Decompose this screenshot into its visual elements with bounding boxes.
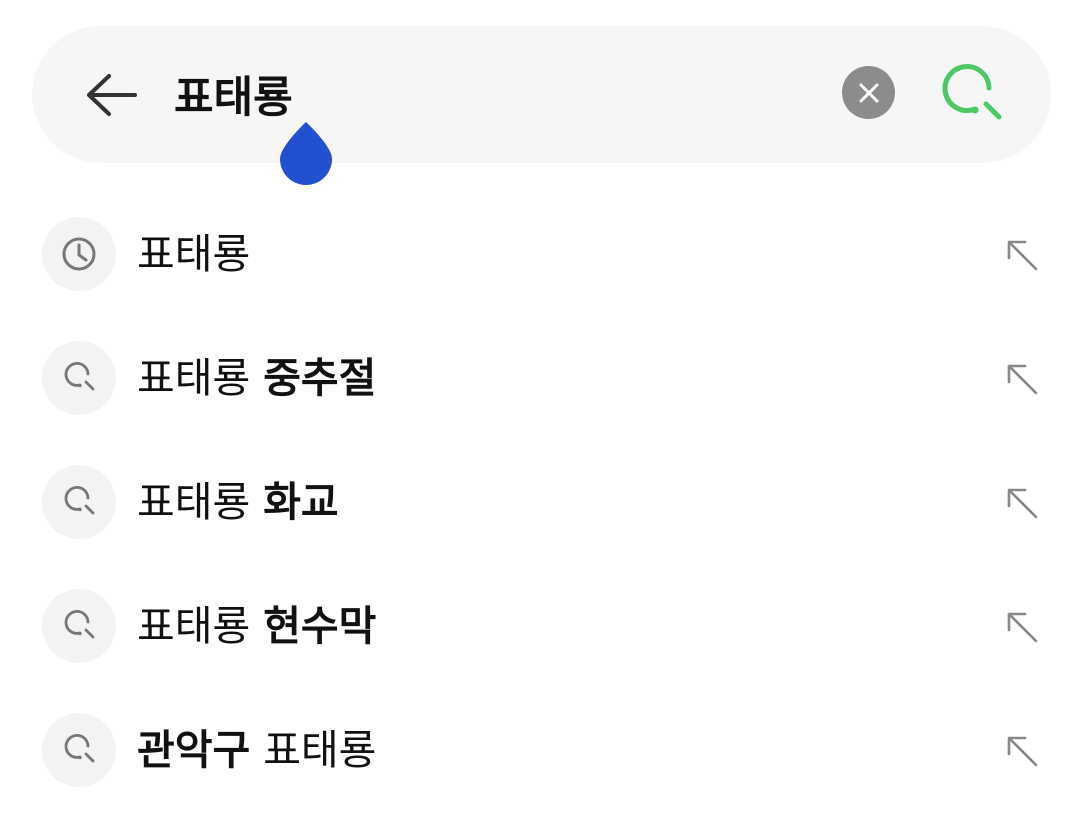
arrow-up-left-icon (1007, 736, 1038, 767)
search-button[interactable] (938, 61, 1006, 127)
search-input[interactable] (174, 62, 794, 126)
suggestion-item[interactable]: 표태룡 (0, 192, 1080, 316)
arrow-up-left-icon (1007, 240, 1038, 271)
arrow-up-left-icon (1007, 488, 1038, 519)
search-icon-circle (42, 341, 116, 415)
fill-query-button[interactable] (996, 601, 1048, 653)
suggestion-text: 표태룡 현수막 (137, 598, 376, 654)
search-icon-circle (42, 589, 116, 663)
clear-button[interactable] (842, 66, 895, 119)
close-icon (859, 83, 878, 102)
suggestion-item[interactable]: 표태룡 현수막 (0, 564, 1080, 688)
history-icon-circle (42, 217, 116, 291)
suggestion-query: 표태룡 (137, 354, 264, 402)
search-icon (64, 362, 95, 391)
search-icon (64, 486, 95, 515)
suggestion-prefix-bold: 관악구 (137, 726, 251, 774)
arrow-left-icon (87, 74, 137, 116)
fill-query-button[interactable] (996, 477, 1048, 529)
suggestion-item[interactable]: 표태룡 화교 (0, 440, 1080, 564)
search-icon-circle (42, 465, 116, 539)
suggestion-text: 관악구 표태룡 (137, 722, 376, 778)
search-icon (64, 610, 95, 639)
search-icon-circle (42, 713, 116, 787)
clock-icon (62, 237, 96, 271)
suggestion-query: 표태룡 (137, 478, 264, 526)
fill-query-button[interactable] (996, 229, 1048, 281)
suggestion-item[interactable]: 표태룡 중추절 (0, 316, 1080, 440)
suggestion-completion: 화교 (263, 478, 339, 526)
text-cursor-handle[interactable] (279, 120, 333, 186)
back-button[interactable] (80, 66, 144, 124)
suggestion-completion: 현수막 (263, 602, 377, 650)
search-icon (942, 64, 1002, 120)
suggestion-text: 표태룡 화교 (137, 474, 339, 530)
suggestion-text: 표태룡 (137, 226, 250, 282)
arrow-up-left-icon (1007, 612, 1038, 643)
fill-query-button[interactable] (996, 353, 1048, 405)
arrow-up-left-icon (1007, 364, 1038, 395)
suggestion-query: 표태룡 (250, 726, 377, 774)
search-icon (64, 734, 95, 763)
suggestion-item[interactable]: 관악구 표태룡 (0, 688, 1080, 812)
suggestion-list: 표태룡 표태룡 중추절 표태룡 화교 표태룡 현수막 관악구 표태룡 (0, 192, 1080, 812)
fill-query-button[interactable] (996, 725, 1048, 777)
suggestion-query: 표태룡 (137, 602, 264, 650)
suggestion-completion: 중추절 (263, 354, 377, 402)
suggestion-query: 표태룡 (137, 230, 251, 278)
suggestion-text: 표태룡 중추절 (137, 350, 376, 406)
